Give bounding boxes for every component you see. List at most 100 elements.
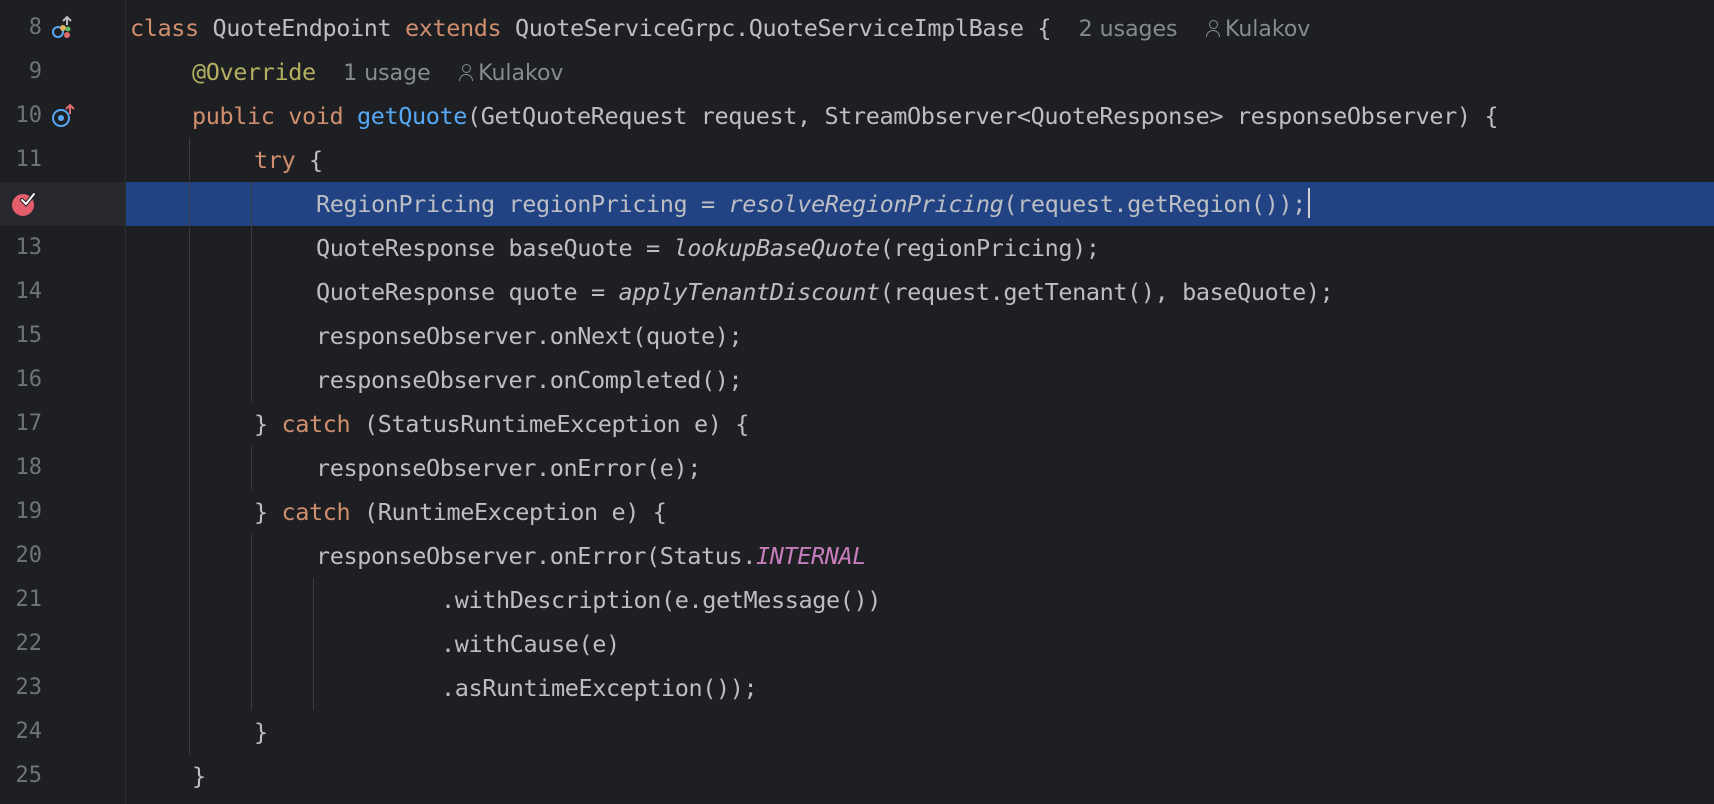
implemented-interface-icon[interactable] <box>50 15 76 41</box>
code-token: { <box>295 146 323 174</box>
code-area[interactable]: } <box>126 710 1714 754</box>
gutter-cell[interactable]: 14 <box>0 270 125 314</box>
code-token: (StatusRuntimeException e) { <box>350 410 749 438</box>
code-line[interactable]: 19 } catch (RuntimeException e) { <box>0 490 1714 534</box>
code-area[interactable]: class QuoteEndpoint extends QuoteService… <box>126 6 1714 50</box>
gutter-cell[interactable]: 18 <box>0 446 125 490</box>
code-line[interactable]: 23 .asRuntimeException()); <box>0 666 1714 710</box>
gutter-cell[interactable]: 8 <box>0 6 125 50</box>
code-text[interactable]: } catch (StatusRuntimeException e) { <box>254 402 749 446</box>
code-area[interactable]: @Override 1 usage Kulakov <box>126 50 1714 94</box>
code-area[interactable]: QuoteResponse baseQuote = lookupBaseQuot… <box>126 226 1714 270</box>
breakpoint-icon[interactable] <box>10 191 36 217</box>
keyword: catch <box>281 498 351 526</box>
code-text[interactable]: responseObserver.onCompleted(); <box>316 358 743 402</box>
line-number: 23 <box>15 675 43 700</box>
code-area[interactable]: try { <box>126 138 1714 182</box>
code-text[interactable]: public void getQuote(GetQuoteRequest req… <box>192 94 1499 138</box>
code-text[interactable]: } catch (RuntimeException e) { <box>254 490 667 534</box>
code-area[interactable]: public void getQuote(GetQuoteRequest req… <box>126 94 1714 138</box>
gutter-cell[interactable]: 19 <box>0 490 125 534</box>
gutter-cell[interactable]: 15 <box>0 314 125 358</box>
gutter-cell[interactable]: 20 <box>0 534 125 578</box>
code-text[interactable]: RegionPricing regionPricing = resolveReg… <box>316 182 1310 226</box>
code-area[interactable]: } <box>126 754 1714 798</box>
line-number: 21 <box>15 587 43 612</box>
code-text[interactable]: QuoteResponse quote = applyTenantDiscoun… <box>316 270 1334 314</box>
code-area[interactable]: responseObserver.onError(Status.INTERNAL <box>126 534 1714 578</box>
usages-hint[interactable]: 2 usages <box>1079 17 1178 42</box>
code-text[interactable]: responseObserver.onNext(quote); <box>316 314 743 358</box>
code-line[interactable]: 9 @Override 1 usage Kulakov <box>0 50 1714 94</box>
code-area[interactable]: } catch (StatusRuntimeException e) { <box>126 402 1714 446</box>
code-line[interactable]: 16 responseObserver.onCompleted(); <box>0 358 1714 402</box>
code-line[interactable]: 25 } <box>0 754 1714 798</box>
keyword: try <box>254 146 296 174</box>
gutter-cell[interactable]: 10 <box>0 94 125 138</box>
static-method-call: applyTenantDiscount <box>618 278 880 306</box>
gutter-cell[interactable]: 13 <box>0 226 125 270</box>
code-text[interactable]: .asRuntimeException()); <box>441 666 758 710</box>
code-text[interactable]: } <box>192 754 206 798</box>
gutter-cell[interactable]: 24 <box>0 710 125 754</box>
code-line[interactable]: 11 try { <box>0 138 1714 182</box>
code-editor[interactable]: 8 class QuoteEndpoint extends QuoteServi… <box>0 0 1714 804</box>
code-line[interactable]: 22 .withCause(e) <box>0 622 1714 666</box>
code-area[interactable]: responseObserver.onError(e); <box>126 446 1714 490</box>
gutter-cell[interactable]: 17 <box>0 402 125 446</box>
gutter-cell[interactable]: 22 <box>0 622 125 666</box>
gutter-cell[interactable]: 23 <box>0 666 125 710</box>
line-number: 10 <box>15 103 43 128</box>
code-line[interactable]: 18 responseObserver.onError(e); <box>0 446 1714 490</box>
code-line[interactable]: 10 public void getQuote(GetQuoteRequest … <box>0 94 1714 138</box>
code-area[interactable]: responseObserver.onNext(quote); <box>126 314 1714 358</box>
code-text[interactable]: responseObserver.onError(Status.INTERNAL <box>316 534 866 578</box>
gutter-cell[interactable]: 16 <box>0 358 125 402</box>
usages-hint[interactable]: 1 usage <box>343 61 430 86</box>
author-name: Kulakov <box>478 61 564 86</box>
indent-guide <box>189 182 190 226</box>
code-area[interactable]: } catch (RuntimeException e) { <box>126 490 1714 534</box>
line-number: 25 <box>15 763 43 788</box>
code-line[interactable]: 13 QuoteResponse baseQuote = lookupBaseQ… <box>0 226 1714 270</box>
code-line[interactable]: 20 responseObserver.onError(Status.INTER… <box>0 534 1714 578</box>
author-hint[interactable]: Kulakov <box>458 61 563 86</box>
code-text[interactable]: .withDescription(e.getMessage()) <box>441 578 881 622</box>
code-text[interactable]: class QuoteEndpoint extends QuoteService… <box>130 6 1310 50</box>
code-text[interactable]: QuoteResponse baseQuote = lookupBaseQuot… <box>316 226 1100 270</box>
line-number: 16 <box>15 367 43 392</box>
gutter-cell[interactable]: 21 <box>0 578 125 622</box>
code-line[interactable]: 17 } catch (StatusRuntimeException e) { <box>0 402 1714 446</box>
line-number: 8 <box>28 15 42 40</box>
line-number: 13 <box>15 235 43 260</box>
gutter-cell[interactable]: 25 <box>0 754 125 798</box>
code-line[interactable]: 14 QuoteResponse quote = applyTenantDisc… <box>0 270 1714 314</box>
code-line[interactable]: 24 } <box>0 710 1714 754</box>
gutter-cell[interactable]: 11 <box>0 138 125 182</box>
code-area[interactable]: .asRuntimeException()); <box>126 666 1714 710</box>
code-area[interactable]: .withCause(e) <box>126 622 1714 666</box>
code-line[interactable]: 21 .withDescription(e.getMessage()) <box>0 578 1714 622</box>
code-text[interactable]: } <box>254 710 268 754</box>
line-number: 19 <box>15 499 43 524</box>
indent-guide <box>251 226 252 270</box>
gutter-cell[interactable]: 9 <box>0 50 125 94</box>
code-text[interactable]: @Override 1 usage Kulakov <box>192 50 563 94</box>
gutter-cell[interactable] <box>0 182 125 226</box>
code-line[interactable]: 15 responseObserver.onNext(quote); <box>0 314 1714 358</box>
indent-guide <box>189 138 190 182</box>
indent-guide <box>313 578 314 622</box>
code-text[interactable]: .withCause(e) <box>441 622 620 666</box>
code-area[interactable]: .withDescription(e.getMessage()) <box>126 578 1714 622</box>
author-hint[interactable]: Kulakov <box>1205 17 1310 42</box>
code-text[interactable]: responseObserver.onError(e); <box>316 446 701 490</box>
code-area[interactable]: QuoteResponse quote = applyTenantDiscoun… <box>126 270 1714 314</box>
indent-guide <box>189 534 190 578</box>
keyword: void <box>288 102 344 130</box>
override-method-icon[interactable] <box>50 103 76 129</box>
code-area[interactable]: RegionPricing regionPricing = resolveReg… <box>126 182 1714 226</box>
code-line-current[interactable]: RegionPricing regionPricing = resolveReg… <box>0 182 1714 226</box>
code-area[interactable]: responseObserver.onCompleted(); <box>126 358 1714 402</box>
code-text[interactable]: try { <box>254 138 323 182</box>
code-line[interactable]: 8 class QuoteEndpoint extends QuoteServi… <box>0 6 1714 50</box>
